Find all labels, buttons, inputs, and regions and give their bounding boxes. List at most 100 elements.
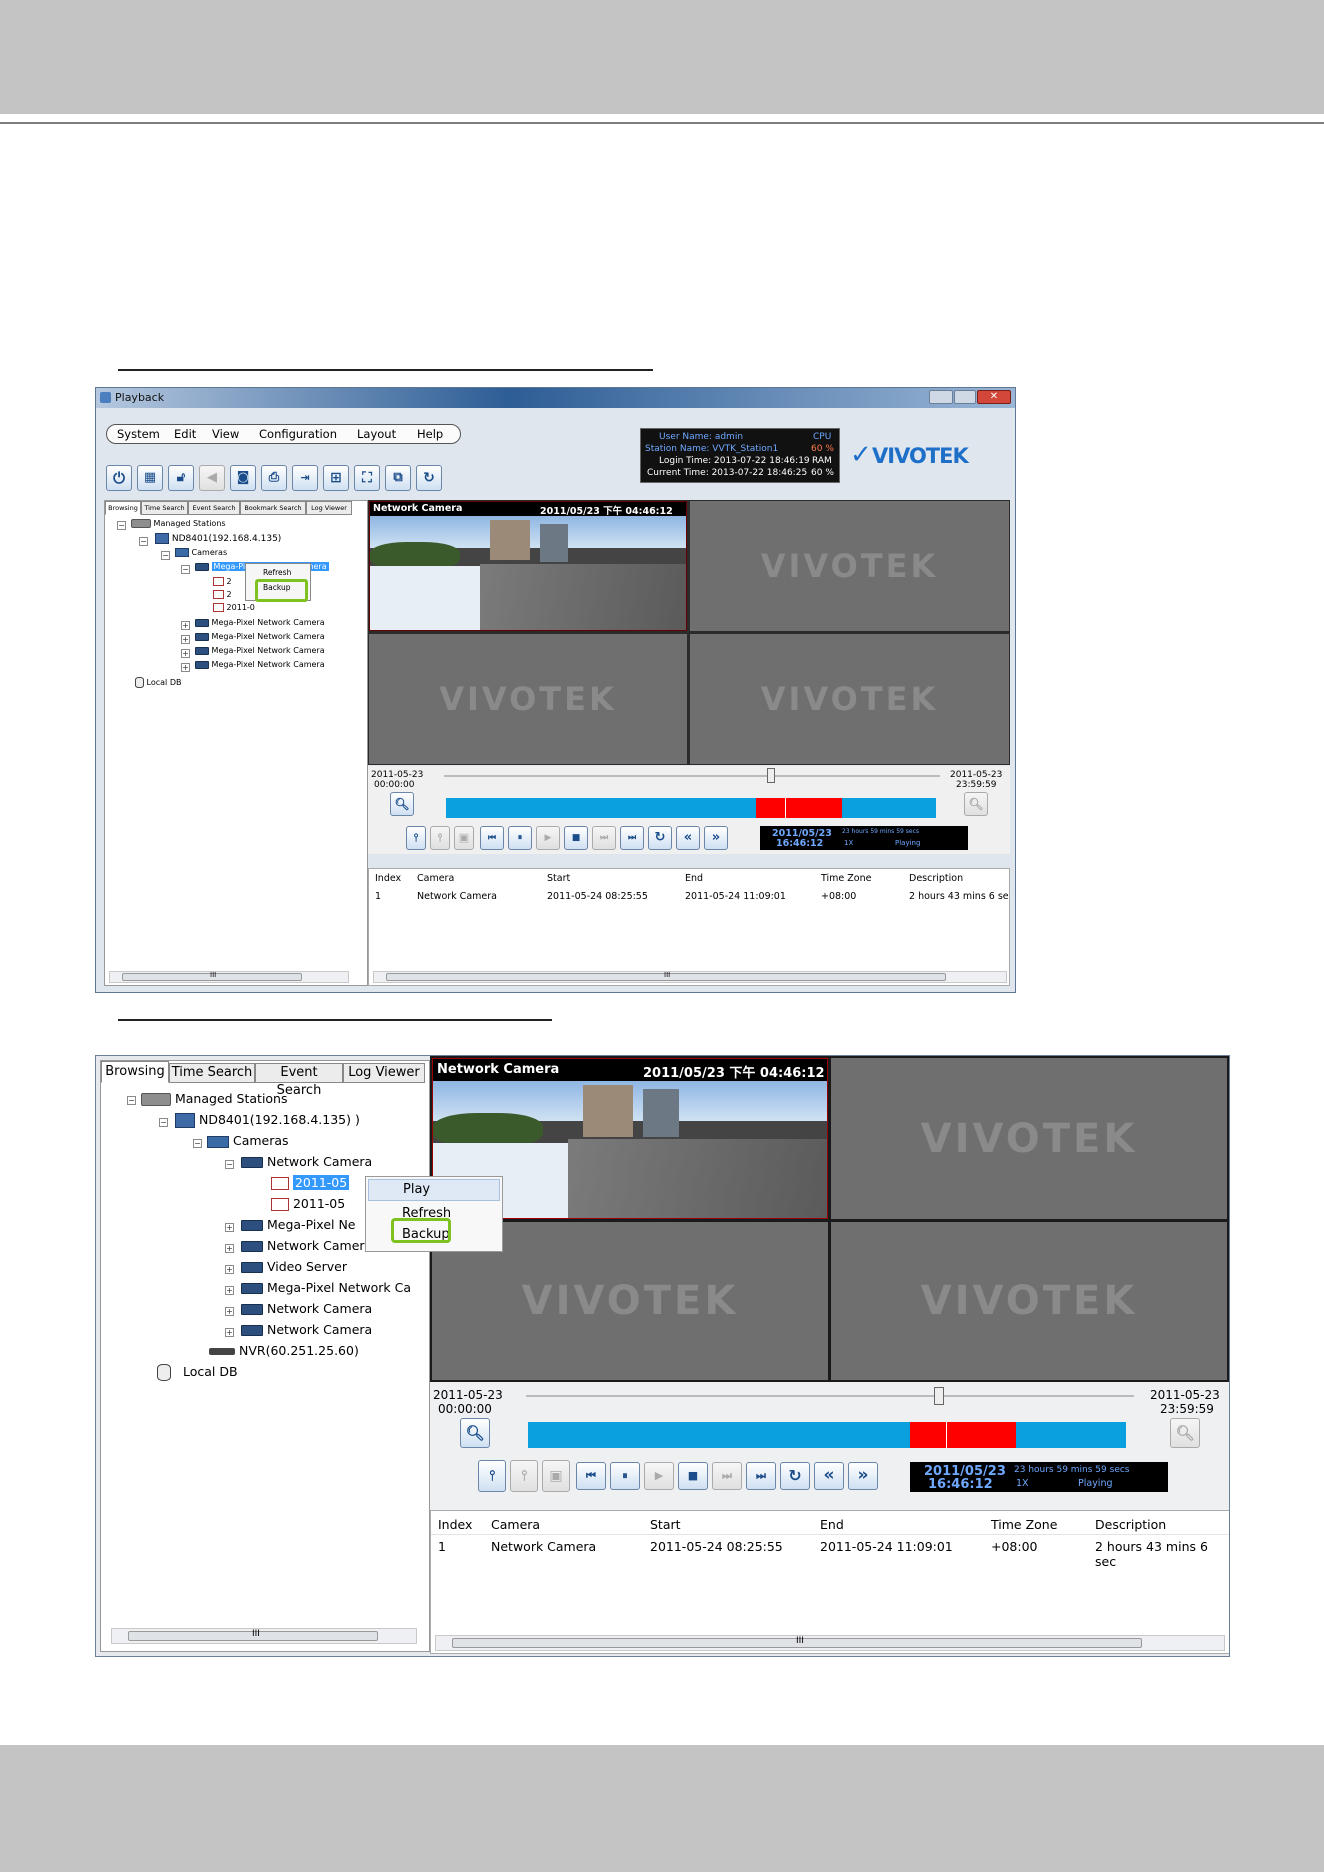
expander-managed[interactable]: − bbox=[127, 1096, 136, 1105]
expander-camera-4[interactable]: + bbox=[181, 649, 190, 658]
left-horizontal-scrollbar[interactable]: III bbox=[109, 971, 349, 983]
video-tile-camera[interactable]: Network Camera 2011/05/23 下午 04:46:12 bbox=[369, 501, 687, 631]
tab-log-viewer[interactable]: Log Viewer bbox=[343, 1063, 425, 1083]
mark-out-icon[interactable]: ⫯ bbox=[510, 1460, 538, 1492]
tree-local-db[interactable]: Local DB bbox=[157, 1364, 238, 1381]
tree-record-1[interactable]: 2 bbox=[213, 577, 232, 586]
tab-bookmark-search[interactable]: Bookmark Search bbox=[240, 501, 306, 515]
play-icon[interactable]: ▶ bbox=[644, 1462, 674, 1490]
video-tile-empty[interactable]: VIVOTEK bbox=[831, 1058, 1227, 1219]
tree-station[interactable]: ND8401(192.168.4.135) ) bbox=[175, 1112, 360, 1128]
zoom-in-icon[interactable]: 🔍︎ bbox=[460, 1418, 490, 1448]
menu-edit[interactable]: Edit bbox=[174, 427, 196, 441]
tree-camera-2[interactable]: Mega-Pixel Ne bbox=[241, 1217, 356, 1232]
mark-in-icon[interactable]: ⫯ bbox=[478, 1460, 506, 1492]
grid-icon[interactable]: ⊞ bbox=[323, 465, 349, 491]
table-row[interactable]: 1 Network Camera 2011-05-24 08:25:55 201… bbox=[369, 891, 1009, 905]
col-start[interactable]: Start bbox=[547, 873, 570, 884]
timeline-slider-thumb[interactable] bbox=[934, 1387, 945, 1405]
tree-video-server[interactable]: Video Server bbox=[241, 1259, 347, 1274]
tree-camera-3[interactable]: Network Camera bbox=[241, 1238, 372, 1253]
audio-icon[interactable]: ◀ bbox=[199, 465, 225, 491]
recording-timebar[interactable] bbox=[446, 798, 936, 818]
previous-icon[interactable]: ⏮ bbox=[480, 826, 504, 850]
tree-camera-3[interactable]: Mega-Pixel Network Camera bbox=[195, 632, 325, 641]
expander-camera-6[interactable]: + bbox=[225, 1328, 234, 1337]
col-timezone[interactable]: Time Zone bbox=[991, 1517, 1057, 1532]
print-icon[interactable]: ⎙ bbox=[261, 465, 287, 491]
col-camera[interactable]: Camera bbox=[417, 873, 454, 884]
context-refresh[interactable]: Refresh bbox=[263, 568, 291, 577]
minimize-button[interactable] bbox=[929, 390, 953, 404]
expander-camera-5[interactable]: + bbox=[181, 663, 190, 672]
previous-icon[interactable]: ⏮ bbox=[576, 1462, 606, 1490]
menu-help[interactable]: Help bbox=[417, 427, 443, 441]
expander-camera-2[interactable]: + bbox=[181, 621, 190, 630]
menu-system[interactable]: System bbox=[117, 427, 160, 441]
expander-camera-4[interactable]: + bbox=[225, 1286, 234, 1295]
export-icon[interactable]: ⇥ bbox=[292, 465, 318, 491]
col-timezone[interactable]: Time Zone bbox=[821, 873, 871, 884]
tab-time-search[interactable]: Time Search bbox=[141, 501, 188, 515]
close-button[interactable]: ✕ bbox=[977, 390, 1011, 404]
next-icon[interactable]: ⏭ bbox=[620, 826, 644, 850]
rewind-icon[interactable]: « bbox=[676, 826, 700, 850]
video-tile-empty[interactable]: VIVOTEK bbox=[690, 634, 1009, 764]
fast-forward-icon[interactable]: » bbox=[848, 1462, 878, 1490]
tree-managed-stations[interactable]: Managed Stations bbox=[131, 519, 226, 528]
power-icon[interactable]: ⏻ bbox=[106, 465, 132, 491]
layout-icon[interactable]: ▦ bbox=[137, 465, 163, 491]
col-end[interactable]: End bbox=[685, 873, 703, 884]
menu-view[interactable]: View bbox=[212, 427, 239, 441]
tab-time-search[interactable]: Time Search bbox=[169, 1063, 255, 1083]
col-index[interactable]: Index bbox=[375, 873, 401, 884]
col-end[interactable]: End bbox=[820, 1517, 844, 1532]
tab-event-search[interactable]: Event Search bbox=[255, 1063, 343, 1098]
expander-video-server[interactable]: + bbox=[225, 1265, 234, 1274]
expander-camera-5[interactable]: + bbox=[225, 1307, 234, 1316]
timeline-slider-thumb[interactable] bbox=[767, 768, 776, 783]
tree-local-db[interactable]: Local DB bbox=[135, 677, 181, 688]
expander-network-camera[interactable]: − bbox=[225, 1160, 234, 1169]
mark-out-icon[interactable]: ⫯ bbox=[430, 826, 450, 850]
repeat-icon[interactable]: ↻ bbox=[648, 826, 672, 850]
table-horizontal-scrollbar[interactable]: III bbox=[435, 1635, 1225, 1651]
export-clip-icon[interactable]: ▣ bbox=[542, 1460, 570, 1492]
video-tile-empty[interactable]: VIVOTEK bbox=[831, 1222, 1227, 1380]
stop-icon[interactable]: ■ bbox=[678, 1462, 708, 1490]
tree-nvr[interactable]: NVR(60.251.25.60) bbox=[209, 1343, 359, 1358]
stop-icon[interactable]: ■ bbox=[564, 826, 588, 850]
fast-forward-icon[interactable]: » bbox=[704, 826, 728, 850]
expander-camera-2[interactable]: + bbox=[225, 1223, 234, 1232]
tree-camera-4[interactable]: Mega-Pixel Network Camera bbox=[195, 646, 325, 655]
tree-record-1[interactable]: 2011-05 bbox=[271, 1175, 350, 1190]
tree-record-2[interactable]: 2 bbox=[213, 590, 232, 599]
pause-icon[interactable]: ⏸ bbox=[508, 826, 532, 850]
expander-camera-selected[interactable]: − bbox=[181, 565, 190, 574]
video-tile-empty[interactable]: VIVOTEK bbox=[369, 634, 687, 764]
menu-configuration[interactable]: Configuration bbox=[259, 427, 337, 441]
rewind-icon[interactable]: « bbox=[814, 1462, 844, 1490]
zoom-in-icon[interactable]: 🔍︎ bbox=[390, 792, 414, 816]
expander-managed[interactable]: − bbox=[117, 521, 126, 530]
step-forward-icon[interactable]: ⏭ bbox=[592, 826, 616, 850]
tree-cameras[interactable]: Cameras bbox=[207, 1133, 289, 1148]
tree-record-2[interactable]: 2011-05 bbox=[271, 1196, 345, 1211]
context-play[interactable]: Play bbox=[368, 1179, 500, 1201]
expander-cameras[interactable]: − bbox=[161, 551, 170, 560]
tree-network-camera[interactable]: Network Camera bbox=[241, 1154, 372, 1169]
tree-camera-4[interactable]: Mega-Pixel Network Ca bbox=[241, 1280, 411, 1295]
col-description[interactable]: Description bbox=[1095, 1517, 1166, 1532]
sync-icon[interactable]: ↻ bbox=[416, 465, 442, 491]
video-tile-empty[interactable]: VIVOTEK bbox=[690, 501, 1009, 631]
left-horizontal-scrollbar[interactable]: III bbox=[111, 1628, 417, 1644]
tab-log-viewer[interactable]: Log Viewer bbox=[306, 501, 352, 515]
tree-camera-2[interactable]: Mega-Pixel Network Camera bbox=[195, 618, 325, 627]
pause-icon[interactable]: ⏸ bbox=[610, 1462, 640, 1490]
zoom-out-icon[interactable]: 🔍︎ bbox=[1170, 1418, 1200, 1448]
maximize-button[interactable] bbox=[954, 390, 976, 404]
expander-camera-3[interactable]: + bbox=[225, 1244, 234, 1253]
zoom-out-icon[interactable]: 🔍︎ bbox=[964, 792, 988, 816]
tree-station[interactable]: ND8401(192.168.4.135) bbox=[155, 533, 281, 544]
table-row[interactable]: 1 Network Camera 2011-05-24 08:25:55 201… bbox=[431, 1539, 1229, 1569]
